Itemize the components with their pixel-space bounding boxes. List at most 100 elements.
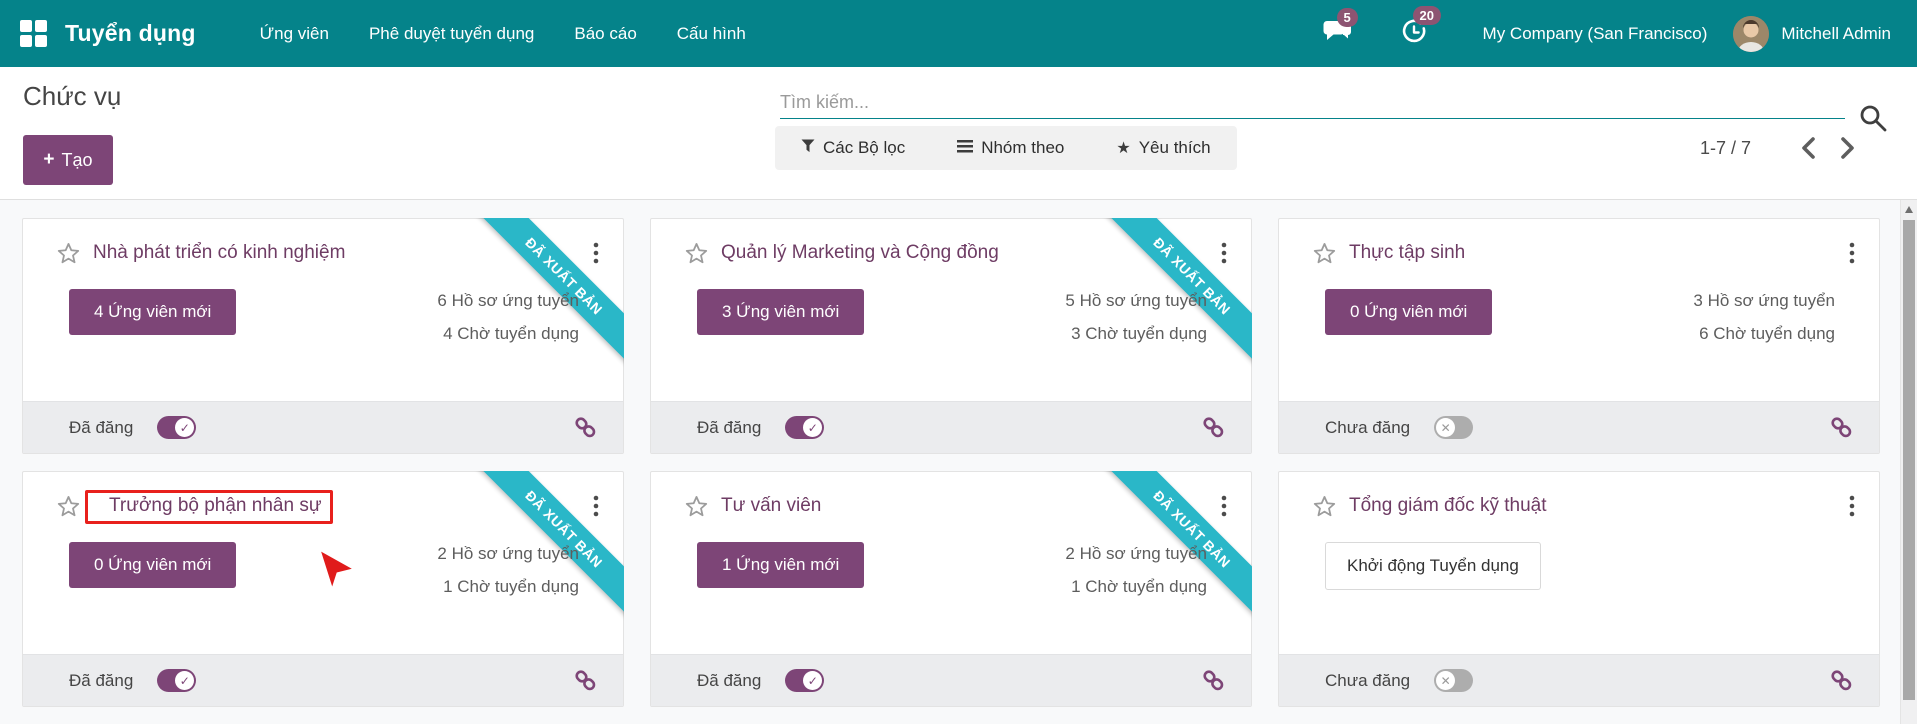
filters-button-label: Các Bộ lọc bbox=[823, 138, 906, 157]
kebab-menu-icon[interactable] bbox=[587, 239, 605, 267]
job-title-wrap: Trưởng bộ phận nhân sự bbox=[85, 490, 333, 524]
scrollbar-thumb[interactable] bbox=[1903, 220, 1915, 700]
toggle-knob-icon: ✓ bbox=[803, 418, 823, 437]
applications-stat[interactable]: 3 Hồ sơ ứng tuyển bbox=[1693, 284, 1835, 317]
applications-stat[interactable]: 5 Hồ sơ ứng tuyển bbox=[1065, 284, 1207, 317]
job-title[interactable]: Thực tập sinh bbox=[1349, 242, 1465, 264]
recruitment-stats: 6 Hồ sơ ứng tuyển 4 Chờ tuyển dụng bbox=[437, 284, 579, 350]
create-button-label: Tạo bbox=[61, 149, 93, 170]
favorite-star-icon[interactable] bbox=[1313, 242, 1336, 265]
job-position-card[interactable]: ĐÃ XUẤT BẢN Nhà phát triển có kinh nghiệ… bbox=[22, 218, 624, 454]
publish-toggle[interactable]: ✕ bbox=[1434, 416, 1474, 439]
publish-toggle[interactable]: ✓ bbox=[157, 669, 197, 692]
recruitment-stats: 3 Hồ sơ ứng tuyển 6 Chờ tuyển dụng bbox=[1693, 284, 1835, 350]
to-recruit-stat[interactable]: 1 Chờ tuyển dụng bbox=[1065, 570, 1207, 603]
job-position-card[interactable]: ĐÃ XUẤT BẢN Trưởng bộ phận nhân sự 0 Ứng… bbox=[22, 471, 624, 707]
favorite-star-icon[interactable] bbox=[57, 242, 80, 265]
activities-button[interactable]: 20 bbox=[1399, 6, 1442, 51]
group-lines-icon bbox=[957, 138, 974, 158]
start-recruitment-button[interactable]: Khởi động Tuyển dụng bbox=[1325, 542, 1541, 590]
kebab-menu-icon[interactable] bbox=[1843, 492, 1861, 520]
search-box bbox=[780, 87, 1845, 119]
publish-toggle[interactable]: ✓ bbox=[157, 416, 197, 439]
job-title[interactable]: Tổng giám đốc kỹ thuật bbox=[1349, 495, 1547, 517]
groupby-button-label: Nhóm theo bbox=[981, 138, 1065, 157]
messages-count-badge: 5 bbox=[1336, 8, 1358, 27]
recruitment-stats: 2 Hồ sơ ứng tuyển 1 Chờ tuyển dụng bbox=[437, 537, 579, 603]
to-recruit-stat[interactable]: 1 Chờ tuyển dụng bbox=[437, 570, 579, 603]
search-input[interactable] bbox=[780, 87, 1845, 119]
search-icon[interactable] bbox=[1858, 103, 1888, 138]
publish-toggle[interactable]: ✓ bbox=[785, 416, 825, 439]
favorite-star-icon[interactable] bbox=[1313, 495, 1336, 518]
job-position-card[interactable]: ĐÃ XUẤT BẢN Quản lý Marketing và Cộng đồ… bbox=[650, 218, 1252, 454]
to-recruit-stat[interactable]: 4 Chờ tuyển dụng bbox=[437, 317, 579, 350]
favorite-star-icon[interactable] bbox=[57, 495, 80, 518]
toggle-knob-icon: ✓ bbox=[803, 671, 823, 690]
publish-toggle[interactable]: ✓ bbox=[785, 669, 825, 692]
menu-item-settings[interactable]: Cấu hình bbox=[657, 0, 766, 67]
recruitment-stats: 2 Hồ sơ ứng tuyển 1 Chờ tuyển dụng bbox=[1065, 537, 1207, 603]
search-options-bar: Các Bộ lọc Nhóm theo ★ Yêu thích bbox=[775, 126, 1237, 170]
website-link-icon[interactable] bbox=[1830, 416, 1853, 439]
job-position-card[interactable]: ĐÃ XUẤT BẢN Tư vấn viên 1 Ứng viên mới 2… bbox=[650, 471, 1252, 707]
new-applicants-button[interactable]: 1 Ứng viên mới bbox=[697, 542, 865, 588]
pager-previous-button[interactable] bbox=[1795, 132, 1823, 164]
new-applicants-button[interactable]: 0 Ứng viên mới bbox=[1325, 289, 1493, 335]
to-recruit-stat[interactable]: 3 Chờ tuyển dụng bbox=[1065, 317, 1207, 350]
kebab-menu-icon[interactable] bbox=[1843, 239, 1861, 267]
user-menu[interactable]: Mitchell Admin bbox=[1781, 24, 1891, 44]
kebab-menu-icon[interactable] bbox=[587, 492, 605, 520]
to-recruit-stat[interactable]: 6 Chờ tuyển dụng bbox=[1693, 317, 1835, 350]
scroll-up-arrow-icon[interactable] bbox=[1905, 206, 1913, 213]
new-applicants-button[interactable]: 0 Ứng viên mới bbox=[69, 542, 237, 588]
apps-grid-icon[interactable] bbox=[20, 20, 47, 47]
menu-item-approvals[interactable]: Phê duyệt tuyển dụng bbox=[349, 0, 554, 67]
filters-button[interactable]: Các Bộ lọc bbox=[801, 138, 905, 158]
applications-stat[interactable]: 2 Hồ sơ ứng tuyển bbox=[437, 537, 579, 570]
publish-toggle[interactable]: ✕ bbox=[1434, 669, 1474, 692]
menu-item-reports[interactable]: Báo cáo bbox=[554, 0, 656, 67]
messages-button[interactable]: 5 bbox=[1323, 8, 1358, 49]
website-link-icon[interactable] bbox=[1202, 669, 1225, 692]
new-applicants-button[interactable]: 3 Ứng viên mới bbox=[697, 289, 865, 335]
groupby-button[interactable]: Nhóm theo bbox=[957, 138, 1064, 158]
publish-status-label: Đã đăng bbox=[697, 417, 762, 437]
create-button[interactable]: + Tạo bbox=[23, 135, 113, 185]
job-title[interactable]: Nhà phát triển có kinh nghiệm bbox=[93, 242, 345, 264]
job-title-wrap: Tổng giám đốc kỹ thuật bbox=[1336, 495, 1547, 517]
kebab-menu-icon[interactable] bbox=[1215, 492, 1233, 520]
favorites-button[interactable]: ★ Yêu thích bbox=[1116, 138, 1210, 158]
menu-item-candidates[interactable]: Ứng viên bbox=[240, 0, 349, 67]
job-position-card[interactable]: Tổng giám đốc kỹ thuật Khởi động Tuyển d… bbox=[1278, 471, 1880, 707]
kebab-menu-icon[interactable] bbox=[1215, 239, 1233, 267]
card-footer: Đã đăng ✓ bbox=[23, 654, 623, 706]
website-link-icon[interactable] bbox=[1830, 669, 1853, 692]
new-applicants-button[interactable]: 4 Ứng viên mới bbox=[69, 289, 237, 335]
favorite-star-icon: ★ bbox=[1116, 140, 1131, 157]
pager: 1-7 / 7 bbox=[1700, 126, 1861, 170]
job-title-wrap: Quản lý Marketing và Cộng đồng bbox=[708, 242, 999, 264]
publish-status-label: Đã đăng bbox=[697, 670, 762, 690]
toggle-knob-icon: ✕ bbox=[1436, 671, 1456, 690]
job-title[interactable]: Quản lý Marketing và Cộng đồng bbox=[721, 242, 999, 264]
website-link-icon[interactable] bbox=[574, 416, 597, 439]
user-avatar[interactable] bbox=[1733, 15, 1770, 52]
favorite-star-icon[interactable] bbox=[685, 495, 708, 518]
pager-next-button[interactable] bbox=[1833, 132, 1861, 164]
website-link-icon[interactable] bbox=[574, 669, 597, 692]
company-switcher[interactable]: My Company (San Francisco) bbox=[1483, 24, 1708, 44]
job-position-card[interactable]: Thực tập sinh 0 Ứng viên mới 3 Hồ sơ ứng… bbox=[1278, 218, 1880, 454]
favorites-button-label: Yêu thích bbox=[1138, 138, 1211, 157]
publish-status-label: Chưa đăng bbox=[1325, 417, 1411, 437]
publish-status-label: Đã đăng bbox=[69, 417, 134, 437]
job-title[interactable]: Trưởng bộ phận nhân sự bbox=[109, 495, 322, 517]
favorite-star-icon[interactable] bbox=[685, 242, 708, 265]
page-title: Chức vụ bbox=[23, 81, 122, 111]
app-title[interactable]: Tuyển dụng bbox=[65, 20, 196, 47]
website-link-icon[interactable] bbox=[1202, 416, 1225, 439]
job-title[interactable]: Tư vấn viên bbox=[721, 495, 821, 517]
applications-stat[interactable]: 2 Hồ sơ ứng tuyển bbox=[1065, 537, 1207, 570]
vertical-scrollbar[interactable] bbox=[1900, 200, 1917, 724]
applications-stat[interactable]: 6 Hồ sơ ứng tuyển bbox=[437, 284, 579, 317]
